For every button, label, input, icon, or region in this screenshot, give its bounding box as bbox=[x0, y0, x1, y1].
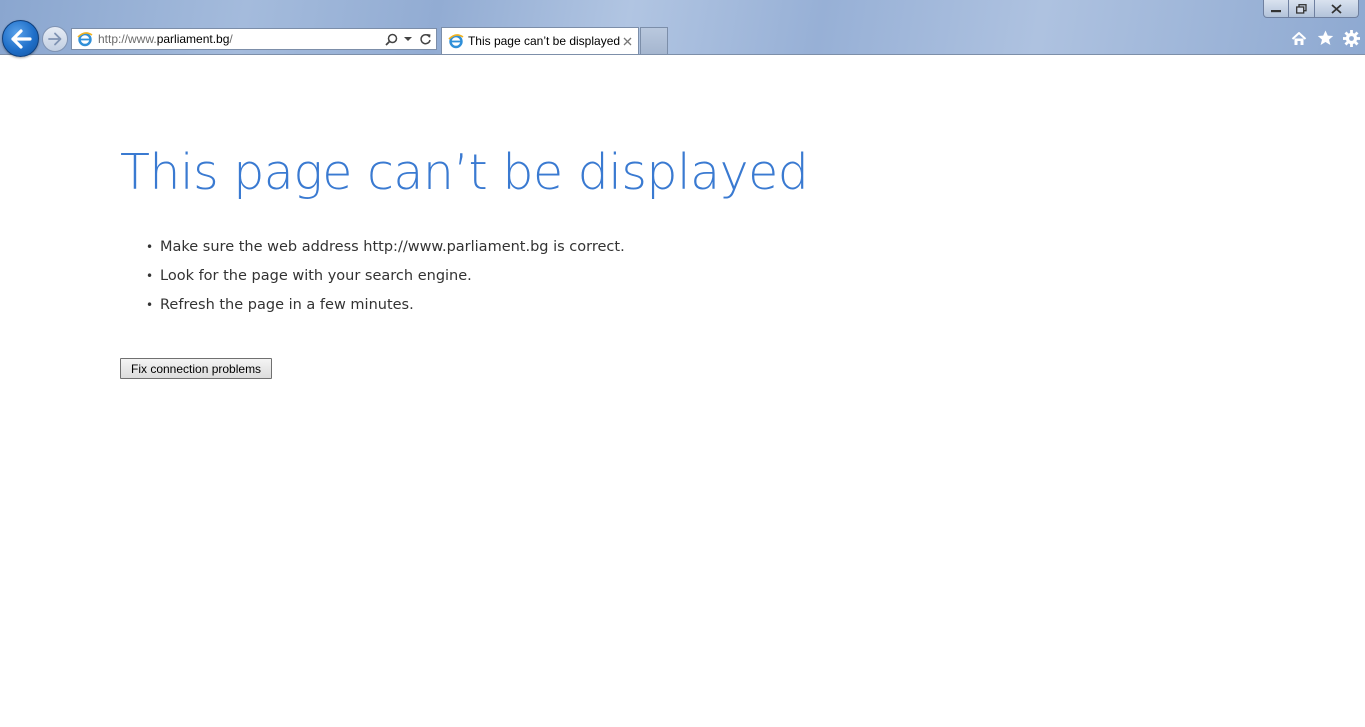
ie-page-icon bbox=[76, 30, 94, 48]
page-title: This page can’t be displayed bbox=[120, 144, 809, 201]
arrow-right-icon bbox=[48, 32, 62, 46]
home-icon[interactable] bbox=[1289, 28, 1309, 48]
list-item: • Look for the page with your search engi… bbox=[146, 265, 625, 294]
bullet-icon: • bbox=[146, 298, 154, 312]
window-controls bbox=[1263, 0, 1359, 18]
tab-current[interactable]: This page can’t be displayed bbox=[441, 27, 639, 54]
favorites-star-icon[interactable] bbox=[1315, 28, 1335, 48]
new-tab-button[interactable] bbox=[640, 27, 668, 54]
refresh-icon[interactable] bbox=[418, 31, 432, 47]
arrow-left-icon bbox=[10, 28, 32, 49]
address-bar[interactable]: http://www.parliament.bg/ bbox=[71, 28, 437, 50]
close-window-button[interactable] bbox=[1315, 0, 1359, 18]
tips-list: • Make sure the web address http://www.pa… bbox=[146, 236, 625, 323]
minimize-button[interactable] bbox=[1263, 0, 1289, 18]
close-icon[interactable] bbox=[620, 34, 634, 48]
back-button[interactable] bbox=[2, 20, 39, 57]
tab-title: This page can’t be displayed bbox=[467, 34, 621, 48]
bullet-icon: • bbox=[146, 269, 154, 283]
close-window-icon bbox=[1331, 3, 1342, 14]
search-icon[interactable] bbox=[384, 31, 398, 47]
ie-tab-icon bbox=[447, 32, 465, 50]
list-item: • Refresh the page in a few minutes. bbox=[146, 294, 625, 323]
list-item: • Make sure the web address http://www.pa… bbox=[146, 236, 625, 265]
address-url[interactable]: http://www.parliament.bg/ bbox=[98, 32, 384, 46]
gear-icon[interactable] bbox=[1341, 28, 1361, 48]
restore-icon bbox=[1296, 3, 1307, 14]
forward-button[interactable] bbox=[42, 26, 68, 52]
restore-button[interactable] bbox=[1289, 0, 1315, 18]
bullet-icon: • bbox=[146, 240, 154, 254]
fix-connection-button[interactable]: Fix connection problems bbox=[120, 358, 273, 379]
chevron-down-icon[interactable] bbox=[401, 31, 415, 47]
browser-chrome: http://www.parliament.bg/ This page can’… bbox=[0, 0, 1365, 57]
minimize-icon bbox=[1271, 9, 1281, 12]
